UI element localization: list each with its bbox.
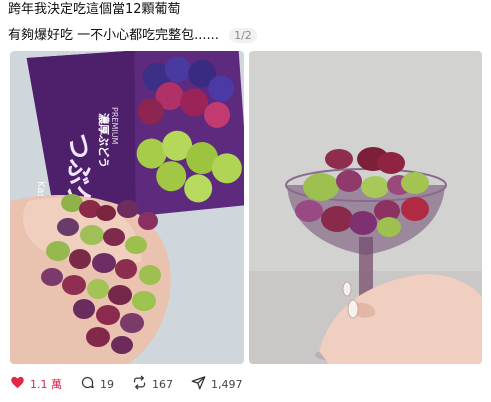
- comment-icon: [80, 375, 95, 393]
- package-line: PREMIUM: [110, 107, 119, 145]
- photo-gummies-in-glass[interactable]: [249, 51, 482, 364]
- comment-count: 19: [100, 377, 114, 391]
- post-text-line-2: 有夠爆好吃 一不小心都吃完整包...... 1/2: [8, 27, 257, 45]
- repost-icon: [132, 375, 147, 393]
- package-subtitle: 濃厚ぶどう: [97, 113, 111, 168]
- repost-button[interactable]: 167: [132, 375, 173, 393]
- carousel-counter: 1/2: [229, 28, 257, 43]
- like-count: 1.1 萬: [30, 378, 62, 391]
- post-text-line-1: 跨年我決定吃這個當12顆葡萄: [8, 2, 181, 17]
- repost-count: 167: [152, 377, 173, 391]
- post-actions-bar: 1.1 萬 19 167 1,497: [10, 375, 243, 393]
- post-text-line-2-body: 有夠爆好吃 一不小心都吃完整包......: [8, 28, 219, 43]
- heart-icon: [10, 375, 25, 393]
- share-icon: [191, 375, 206, 393]
- like-button[interactable]: 1.1 萬: [10, 375, 62, 393]
- comment-button[interactable]: 19: [80, 375, 114, 393]
- share-count: 1,497: [211, 377, 243, 391]
- photo-gummy-package-hand[interactable]: つぶグミ 濃厚ぶどう PREMIUM Kasugai: [10, 51, 244, 364]
- share-button[interactable]: 1,497: [191, 375, 243, 393]
